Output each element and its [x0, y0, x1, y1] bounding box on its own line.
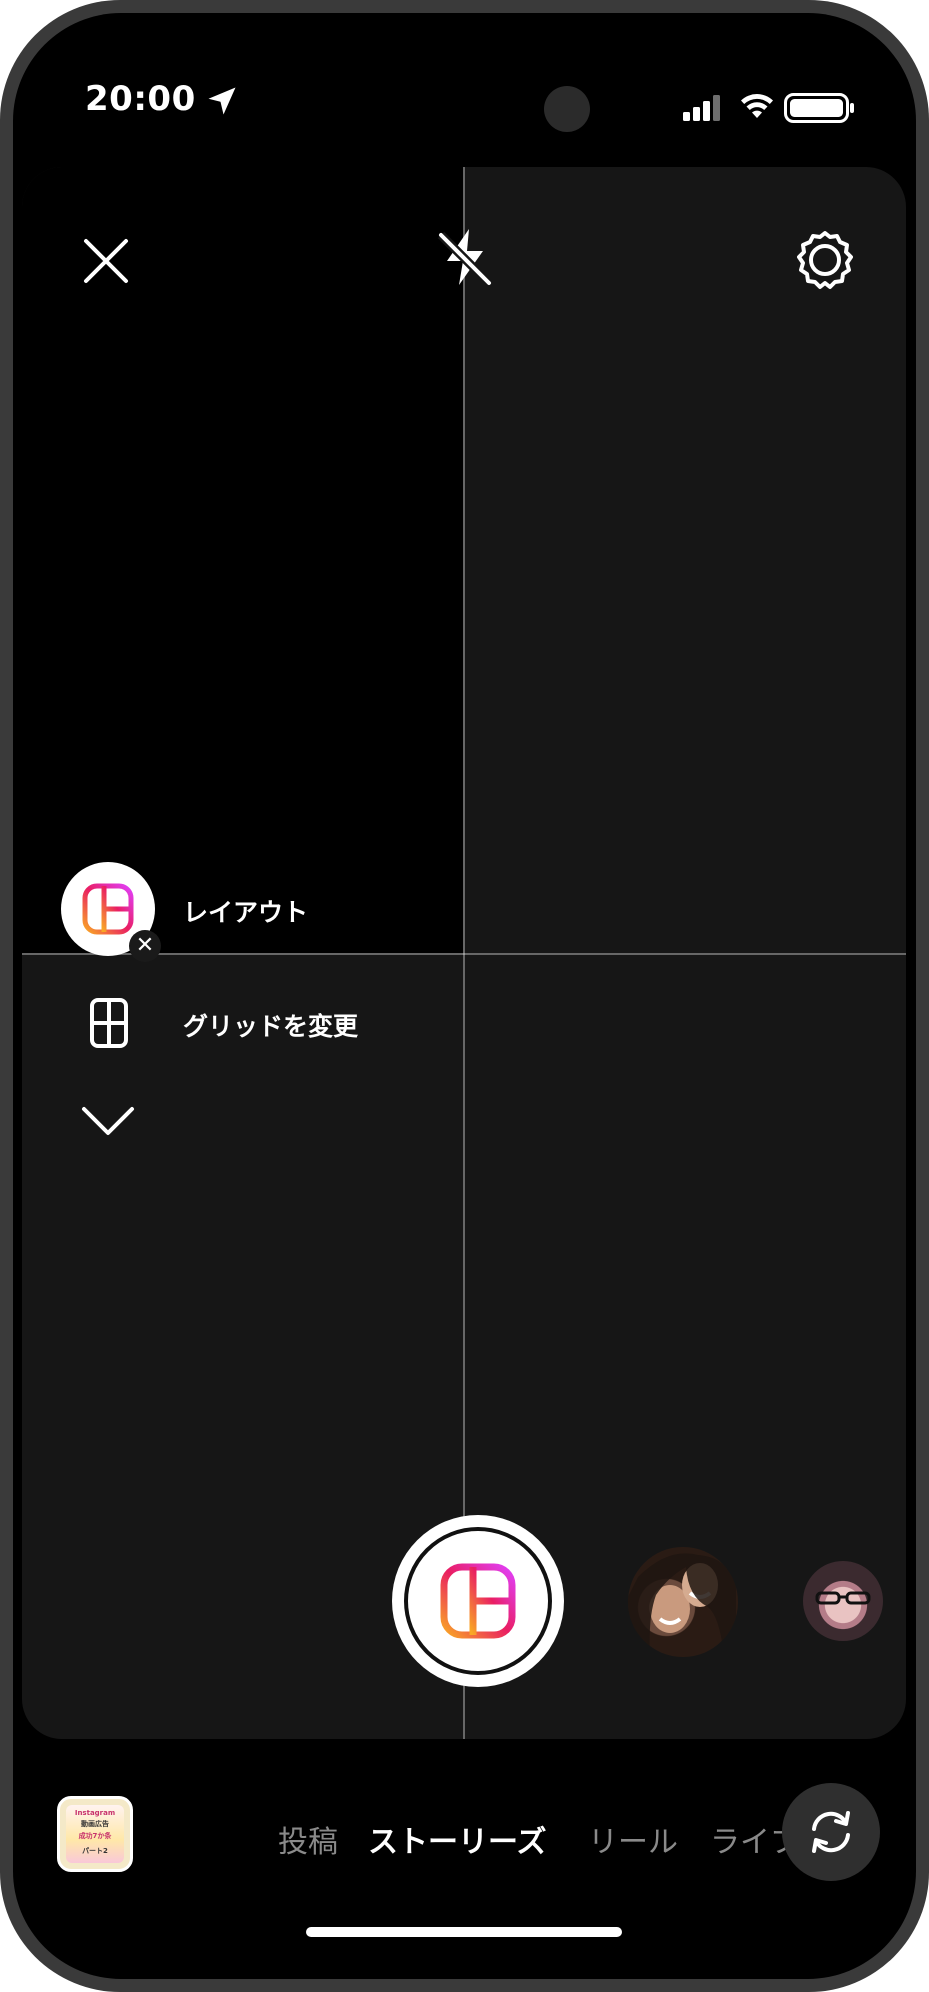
layout-icon [82, 883, 134, 935]
flip-camera-button[interactable] [782, 1783, 880, 1881]
wifi-icon [741, 94, 773, 118]
battery-icon [784, 93, 854, 123]
mode-tabs: 投稿 ストーリーズ リール ライブ [13, 1817, 916, 1861]
effect-thumbnail[interactable] [803, 1561, 883, 1641]
layout-label: レイアウト [183, 898, 309, 927]
tab-stories[interactable]: ストーリーズ [368, 1817, 547, 1861]
screen: 20:00 ✕ レイアウト グリッドを変更 Instagram 動画広告 成功7… [13, 13, 916, 1979]
shutter-ring [404, 1527, 552, 1675]
change-grid-label[interactable]: グリッドを変更 [183, 1007, 358, 1043]
settings-gear-icon[interactable] [792, 227, 858, 293]
tab-post[interactable]: 投稿 [278, 1817, 338, 1861]
front-camera [544, 86, 590, 132]
layout-mode-button[interactable]: ✕ [61, 862, 161, 962]
close-icon[interactable] [78, 233, 134, 289]
tab-reels[interactable]: リール [588, 1817, 678, 1861]
effect-thumbnail[interactable] [628, 1547, 738, 1657]
home-indicator[interactable] [306, 1927, 622, 1937]
chevron-down-icon[interactable] [80, 1103, 136, 1139]
effect-preview-image [628, 1553, 736, 1657]
status-time: 20:00 [85, 79, 196, 119]
phone-frame: 20:00 ✕ レイアウト グリッドを変更 Instagram 動画広告 成功7… [0, 0, 929, 1992]
cellular-signal-icon [683, 95, 720, 121]
flip-camera-icon [812, 1811, 850, 1853]
camera-viewport[interactable]: ✕ レイアウト グリッドを変更 [22, 167, 906, 1739]
location-arrow-icon [208, 87, 236, 115]
flash-off-icon[interactable] [433, 225, 497, 289]
capture-shutter-button[interactable] [392, 1515, 564, 1687]
layout-icon [440, 1563, 516, 1639]
layout-remove-button[interactable]: ✕ [129, 930, 161, 962]
grid-change-icon[interactable] [89, 997, 129, 1049]
glasses-icon [815, 1591, 871, 1605]
